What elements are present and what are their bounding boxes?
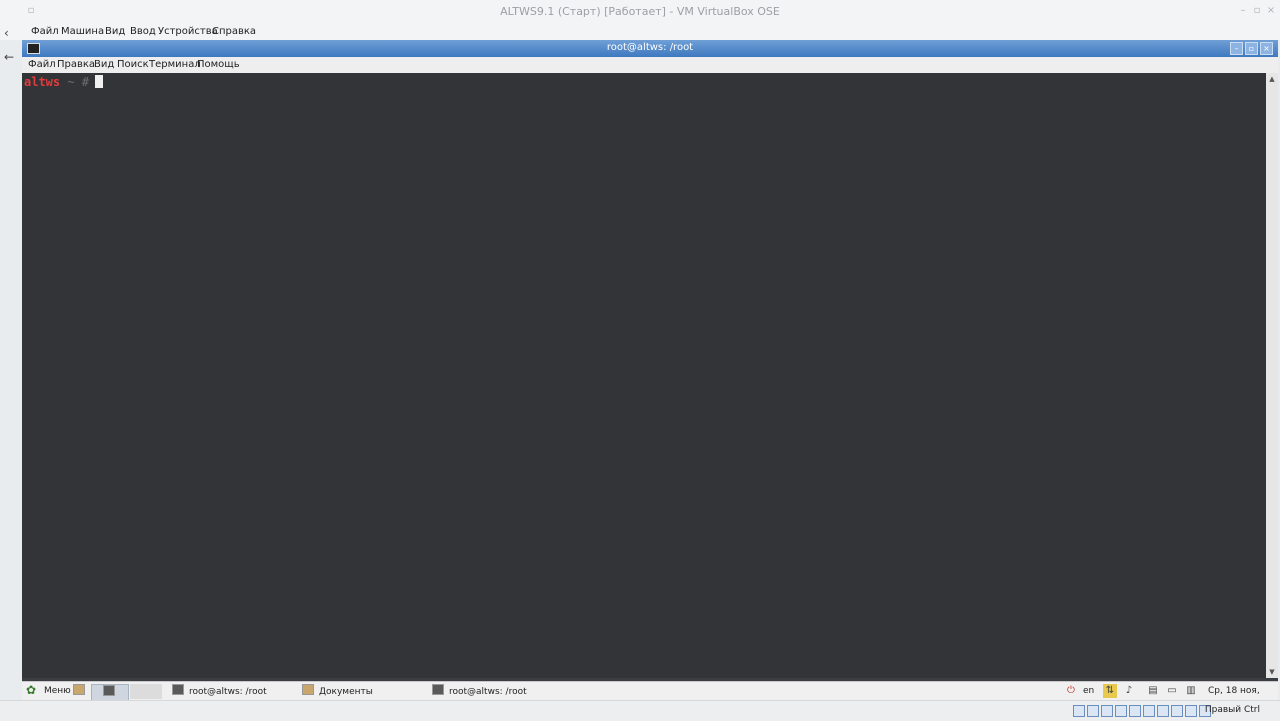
terminal-minimize-icon[interactable]: –: [1230, 42, 1243, 55]
terminal-icon: [172, 684, 184, 695]
terminal-output-area[interactable]: altws ~ #: [22, 73, 1266, 678]
folder-icon[interactable]: [73, 684, 87, 699]
task-terminal-2[interactable]: root@altws: /root: [432, 684, 552, 699]
recording-status-icon[interactable]: [1171, 705, 1183, 717]
terminal-titlebar[interactable]: root@altws: /root – ▫ ×: [22, 40, 1278, 57]
vbox-menu-help[interactable]: Справка: [212, 26, 256, 37]
scroll-up-icon[interactable]: ▲: [1266, 75, 1278, 83]
terminal-scrollbar[interactable]: ▲ ▼: [1266, 73, 1278, 678]
terminal-window-title: root@altws: /root: [606, 42, 694, 53]
guest-taskbar: ✿ Меню root@altws: /root Документы root@…: [22, 681, 1278, 711]
desktop-switcher[interactable]: [130, 684, 162, 699]
terminal-menu-view[interactable]: Вид: [94, 59, 114, 70]
terminal-menu-edit[interactable]: Правка: [57, 59, 95, 70]
display-tray-icon[interactable]: ▭: [1165, 684, 1179, 698]
vbox-menu-file[interactable]: Файл: [31, 26, 59, 37]
guest-desktop: root@altws: /root – ▫ × Файл Правка Вид …: [22, 40, 1278, 698]
vbox-maximize-icon[interactable]: ▫: [1252, 6, 1262, 16]
network-status-icon[interactable]: [1115, 705, 1127, 717]
text-cursor: [95, 75, 104, 88]
cpu-status-icon[interactable]: [1185, 705, 1197, 717]
vbox-menu-machine[interactable]: Машина: [61, 26, 104, 37]
vbox-menu-input[interactable]: Ввод: [130, 26, 156, 37]
clipboard-tray-icon[interactable]: ▤: [1146, 684, 1160, 698]
usb-status-icon[interactable]: [1129, 705, 1141, 717]
volume-tray-icon[interactable]: ♪: [1122, 684, 1136, 698]
vbox-menubar: Файл Машина Вид Ввод Устройства Справка: [0, 24, 1280, 40]
prompt-path-symbol: ~ #: [67, 75, 90, 89]
folder-icon: [302, 684, 314, 695]
hdd-status-icon[interactable]: [1073, 705, 1085, 717]
optical-status-icon[interactable]: [1087, 705, 1099, 717]
updates-tray-icon[interactable]: ▥: [1184, 684, 1198, 698]
altlinux-menu-icon[interactable]: ✿: [26, 684, 39, 697]
shell-prompt: altws ~ #: [24, 75, 104, 89]
host-key-label: Правый Ctrl: [1204, 705, 1260, 715]
terminal-menubar: Файл Правка Вид Поиск Терминал Помощь: [22, 57, 1278, 74]
scroll-down-icon[interactable]: ▼: [1266, 668, 1278, 676]
keyboard-layout[interactable]: en: [1083, 684, 1094, 699]
vbox-minimize-icon[interactable]: –: [1238, 6, 1248, 16]
vbox-titlebar: ALTWS9.1 (Старт) [Работает] - VM Virtual…: [0, 0, 1280, 25]
start-menu-button[interactable]: Меню: [44, 684, 71, 699]
audio-status-icon[interactable]: [1101, 705, 1113, 717]
vbox-menu-devices[interactable]: Устройства: [158, 26, 218, 37]
terminal-launcher[interactable]: [91, 684, 129, 701]
power-tray-icon[interactable]: ⏻: [1064, 684, 1078, 698]
vbox-statusbar: Правый Ctrl: [0, 700, 1280, 721]
terminal-menu-search[interactable]: Поиск: [117, 59, 149, 70]
network-tray-icon[interactable]: ⇅: [1103, 684, 1117, 698]
clock[interactable]: Ср, 18 ноя, 17:30: [1208, 684, 1278, 711]
vbox-close-icon[interactable]: ×: [1266, 6, 1276, 16]
prompt-hostname: altws: [24, 75, 61, 89]
terminal-menu-help[interactable]: Помощь: [197, 59, 240, 70]
terminal-menu-terminal[interactable]: Терминал: [149, 59, 201, 70]
task-terminal-1[interactable]: root@altws: /root: [172, 684, 292, 699]
host-side-strip: ‹ ←: [0, 26, 22, 698]
display-status-icon[interactable]: [1157, 705, 1169, 717]
task-documents[interactable]: Документы: [302, 684, 422, 699]
vbox-menu-view[interactable]: Вид: [105, 26, 125, 37]
vbox-window-menu-icon[interactable]: ▫: [26, 6, 36, 16]
vbox-window-title: ALTWS9.1 (Старт) [Работает] - VM Virtual…: [500, 5, 780, 18]
terminal-close-icon[interactable]: ×: [1260, 42, 1273, 55]
back-arrow-icon[interactable]: ←: [4, 50, 18, 64]
shared-folders-status-icon[interactable]: [1143, 705, 1155, 717]
terminal-menu-file[interactable]: Файл: [28, 59, 56, 70]
terminal-maximize-icon[interactable]: ▫: [1245, 42, 1258, 55]
terminal-icon: [432, 684, 444, 695]
chevron-left-icon[interactable]: ‹: [4, 26, 18, 40]
